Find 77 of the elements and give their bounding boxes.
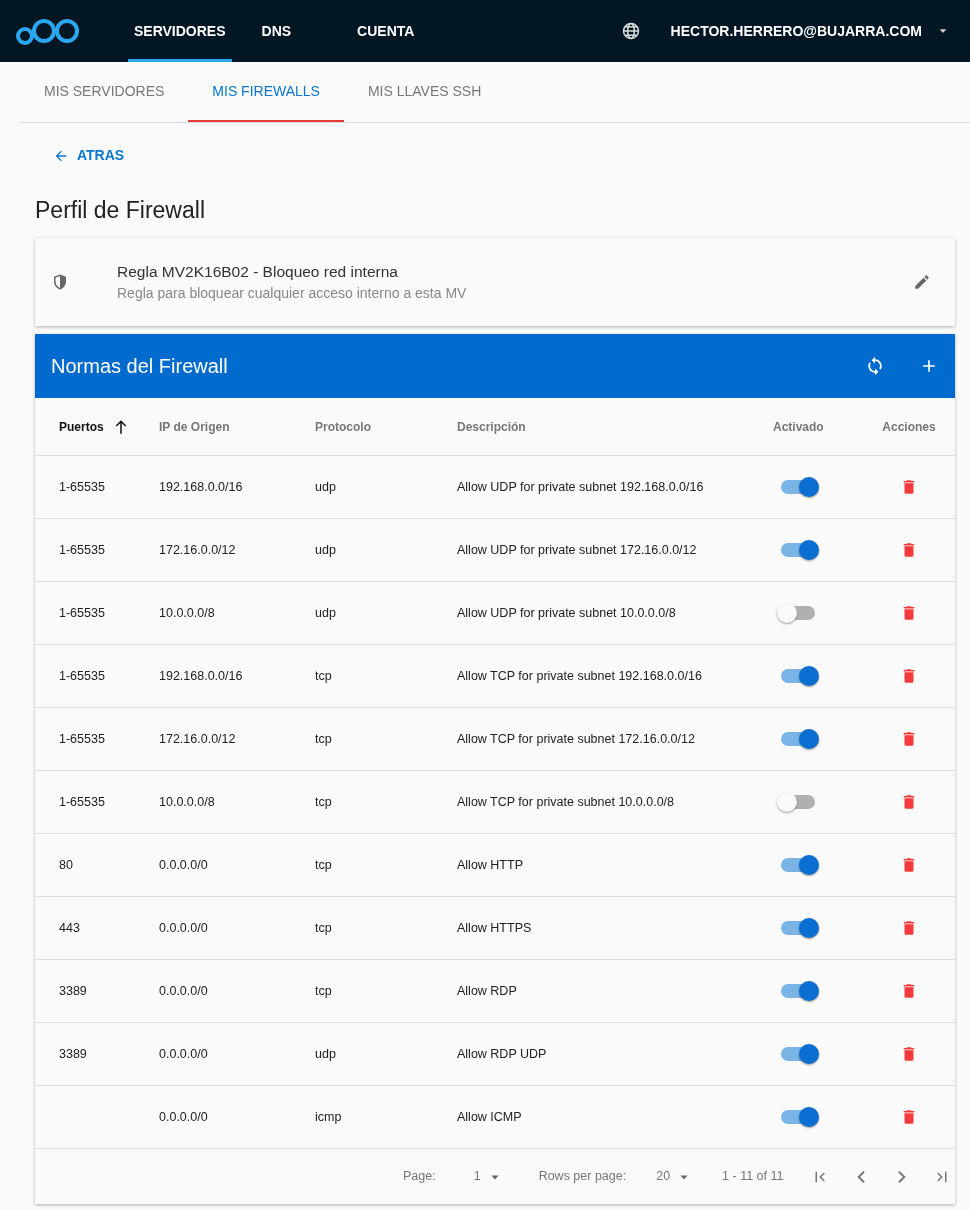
table-cell: udp [315,479,336,494]
nav-link[interactable]: SERVIDORES [128,0,232,62]
shield-icon [51,273,69,292]
caret-icon [938,26,948,36]
table-cell: Allow UDP for private subnet 10.0.0.0/8 [457,605,676,620]
page-range: 1 - 11 of 11 [722,1168,784,1186]
next-page-button[interactable] [898,1170,907,1183]
table-cell: 10.0.0.0/8 [159,605,215,620]
table-cell: Allow TCP for private subnet 10.0.0.0/8 [457,794,675,809]
nav-link[interactable]: CUENTA [351,0,421,62]
globe-icon[interactable] [620,21,641,41]
table-cell: 172.16.0.0/12 [159,731,236,746]
edit-button[interactable] [913,273,931,292]
table-cell: 3389 [59,983,87,998]
column-header[interactable]: Activado [773,417,824,436]
refresh-icon [865,356,885,377]
chevron-right-icon [898,1170,907,1183]
back-link[interactable]: ATRAS [53,145,125,166]
rows-per-page-select[interactable]: 20 [656,1167,691,1186]
column-header[interactable]: IP de Origen [159,417,230,436]
table-cell: tcp [315,668,332,683]
table-cell: 80 [59,857,73,872]
table-cell: 0.0.0.0/0 [159,920,208,935]
column-header[interactable]: Acciones [882,417,936,436]
table-cell: 1-65535 [59,731,105,746]
pencil-icon [913,273,931,292]
refresh-button[interactable] [865,356,885,377]
table-cell: Allow UDP for private subnet 172.16.0.0/12 [457,542,697,557]
table-cell: Allow ICMP [457,1109,522,1124]
table-cell: 1-65535 [59,668,105,683]
table-cell: Allow TCP for private subnet 192.168.0.0/16 [457,668,702,683]
page-select[interactable]: 1 [473,1167,501,1186]
table-cell: udp [315,605,336,620]
table-cell: 1-65535 [59,479,105,494]
profile-description: Regla para bloquear cualquier acceso interno a esta MV [117,284,467,304]
table-cell: Allow RDP UDP [457,1046,547,1061]
table-cell: tcp [315,983,332,998]
table-cell: 443 [59,920,80,935]
table-cell: 172.16.0.0/12 [159,542,236,557]
tab[interactable]: MIS FIREWALLS [188,62,344,122]
table-cell: 0.0.0.0/0 [159,1046,208,1061]
page-title: Perfil de Firewall [35,196,206,225]
previous-page-button[interactable] [857,1170,866,1183]
table-cell: tcp [315,794,332,809]
table-cell: 0.0.0.0/0 [159,983,208,998]
table-cell: tcp [315,920,332,935]
profile-name: Regla MV2K16B02 - Bloqueo red interna [117,261,399,282]
table-cell: 1-65535 [59,605,105,620]
table-cell: udp [315,1046,336,1061]
table-cell: Allow HTTP [457,857,523,872]
chevron-left-icon [857,1170,866,1183]
table-cell: 1-65535 [59,542,105,557]
table-cell: tcp [315,731,332,746]
table-cell: 0.0.0.0/0 [159,857,208,872]
column-header[interactable]: Descripción [457,417,526,436]
rows-per-page-label: Rows per page: [538,1168,627,1186]
table-cell: Allow HTTPS [457,920,532,935]
table-cell: udp [315,542,336,557]
user-menu[interactable]: HECTOR.HERRERO@BUJARRA.COM [664,0,954,62]
table-cell: Allow RDP [457,983,517,998]
table-cell: 192.168.0.0/16 [159,668,243,683]
column-header[interactable]: Protocolo [315,417,371,436]
table-cell: Allow TCP for private subnet 172.16.0.0/12 [457,731,695,746]
table-cell: tcp [315,857,332,872]
nav-link[interactable]: DNS [255,0,298,62]
tab[interactable]: MIS SERVIDORES [20,62,189,122]
table-cell: 0.0.0.0/0 [159,1109,208,1124]
page-label: Page: [403,1168,436,1186]
table-cell: 192.168.0.0/16 [159,479,243,494]
table-cell: 10.0.0.0/8 [159,794,215,809]
tab[interactable]: MIS LLAVES SSH [343,62,506,122]
table-cell: 3389 [59,1046,87,1061]
table-title: Normas del Firewall [51,354,228,380]
table-cell: Allow UDP for private subnet 192.168.0.0/16 [457,479,704,494]
column-header[interactable]: Puertos [59,417,104,436]
table-cell: icmp [315,1109,342,1124]
table-cell: 1-65535 [59,794,105,809]
